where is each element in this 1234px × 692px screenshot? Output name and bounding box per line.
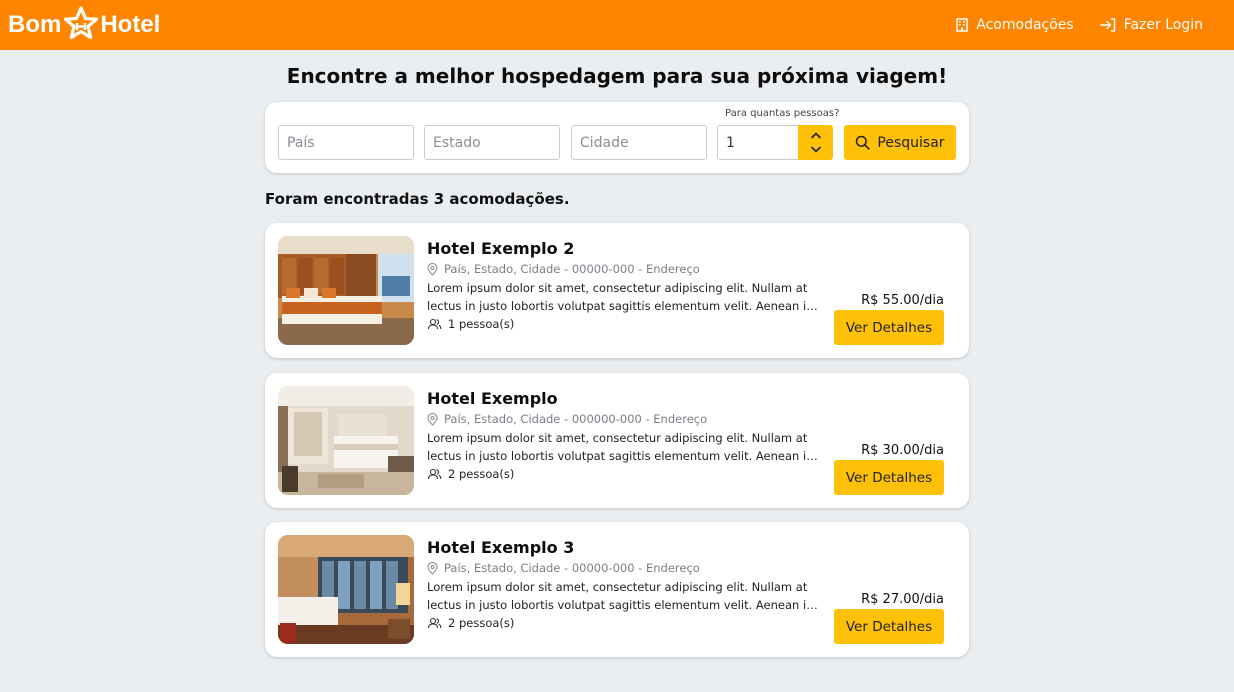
quantity-stepper[interactable] <box>798 125 833 160</box>
page-title: Encontre a melhor hospedagem para sua pr… <box>286 64 948 88</box>
people-icon <box>427 468 442 480</box>
country-field[interactable] <box>278 125 414 160</box>
hotel-description-line: Lorem ipsum dolor sit amet, consectetur … <box>427 431 808 445</box>
search-form: Para quantas pessoas? Pesquisar <box>265 102 969 173</box>
hotel-address: País, Estado, Cidade - 00000-000 - Ender… <box>427 561 700 575</box>
people-input[interactable] <box>726 134 790 151</box>
hotel-address: País, Estado, Cidade - 00000-000 - Ender… <box>427 262 700 276</box>
view-details-button[interactable]: Ver Detalhes <box>834 609 944 644</box>
results-count: Foram encontradas 3 acomodações. <box>265 190 570 208</box>
nav-menu: Acomodações Fazer Login <box>930 17 1203 33</box>
hotel-guests: 2 pessoa(s) <box>427 616 514 630</box>
hotel-photo[interactable] <box>278 236 414 345</box>
hotel-card: Hotel Exemplo País, Estado, Cidade - 000… <box>265 373 969 508</box>
country-input[interactable] <box>287 134 405 151</box>
hotel-address-text: País, Estado, Cidade - 00000-000 - Ender… <box>444 561 700 575</box>
hotel-photo[interactable] <box>278 535 414 644</box>
hotel-address-text: País, Estado, Cidade - 000000-000 - Ende… <box>444 412 708 426</box>
nav-acomodacoes[interactable]: Acomodações <box>956 17 1074 33</box>
hotel-price: R$ 30.00/dia <box>861 443 944 458</box>
hotel-card: Hotel Exemplo 2 País, Estado, Cidade - 0… <box>265 223 969 358</box>
hotel-description-line: Lorem ipsum dolor sit amet, consectetur … <box>427 580 808 594</box>
search-button[interactable]: Pesquisar <box>844 125 956 160</box>
hotel-address: País, Estado, Cidade - 000000-000 - Ende… <box>427 412 707 426</box>
people-label: Para quantas pessoas? <box>725 108 840 119</box>
brand-text-left: Bom <box>8 11 62 38</box>
location-pin-icon <box>427 412 438 426</box>
top-navbar: Bom Hotel Acomodações Fazer Login <box>0 0 1234 50</box>
hotel-name[interactable]: Hotel Exemplo 2 <box>427 239 574 258</box>
hotel-name[interactable]: Hotel Exemplo <box>427 389 558 408</box>
location-pin-icon <box>427 561 438 575</box>
hotel-guests-text: 2 pessoa(s) <box>448 616 515 630</box>
hotel-guests-text: 2 pessoa(s) <box>448 467 515 481</box>
view-details-button[interactable]: Ver Detalhes <box>834 460 944 495</box>
hotel-description-line: Lorem ipsum dolor sit amet, consectetur … <box>427 281 808 295</box>
chevron-up-icon[interactable] <box>810 131 822 139</box>
hotel-guests: 2 pessoa(s) <box>427 467 514 481</box>
nav-login[interactable]: Fazer Login <box>1099 17 1203 33</box>
people-field[interactable] <box>717 125 799 160</box>
hotel-card: Hotel Exemplo 3 País, Estado, Cidade - 0… <box>265 522 969 657</box>
city-input[interactable] <box>580 134 698 151</box>
hotel-description: Lorem ipsum dolor sit amet, consectetur … <box>427 429 823 465</box>
hotel-guests: 1 pessoa(s) <box>427 317 514 331</box>
hotel-name[interactable]: Hotel Exemplo 3 <box>427 538 574 557</box>
nav-acomodacoes-label: Acomodações <box>976 17 1074 33</box>
hotel-price: R$ 55.00/dia <box>861 293 944 308</box>
building-icon <box>956 18 969 32</box>
chevron-down-icon[interactable] <box>810 146 822 154</box>
hotel-guests-text: 1 pessoa(s) <box>448 317 515 331</box>
view-details-button[interactable]: Ver Detalhes <box>834 310 944 345</box>
city-field[interactable] <box>571 125 707 160</box>
brand-logo[interactable]: Bom Hotel <box>8 6 160 44</box>
hotel-address-text: País, Estado, Cidade - 00000-000 - Ender… <box>444 262 700 276</box>
people-icon <box>427 318 442 330</box>
state-field[interactable] <box>424 125 560 160</box>
star-icon <box>64 6 99 40</box>
search-button-label: Pesquisar <box>877 134 945 151</box>
hotel-description-line: lectus in justo lobortis volutpat sagitt… <box>427 598 823 612</box>
people-icon <box>427 617 442 629</box>
search-icon <box>856 135 871 150</box>
location-pin-icon <box>427 262 438 276</box>
hotel-description: Lorem ipsum dolor sit amet, consectetur … <box>427 279 823 315</box>
brand-text-right: Hotel <box>100 11 161 38</box>
hotel-photo[interactable] <box>278 386 414 495</box>
state-input[interactable] <box>433 134 551 151</box>
hotel-description-line: lectus in justo lobortis volutpat sagitt… <box>427 299 823 313</box>
hotel-description-line: lectus in justo lobortis volutpat sagitt… <box>427 449 823 463</box>
hotel-price: R$ 27.00/dia <box>861 592 944 607</box>
hotel-description: Lorem ipsum dolor sit amet, consectetur … <box>427 578 823 614</box>
nav-login-label: Fazer Login <box>1123 17 1203 33</box>
login-icon <box>1099 18 1115 32</box>
